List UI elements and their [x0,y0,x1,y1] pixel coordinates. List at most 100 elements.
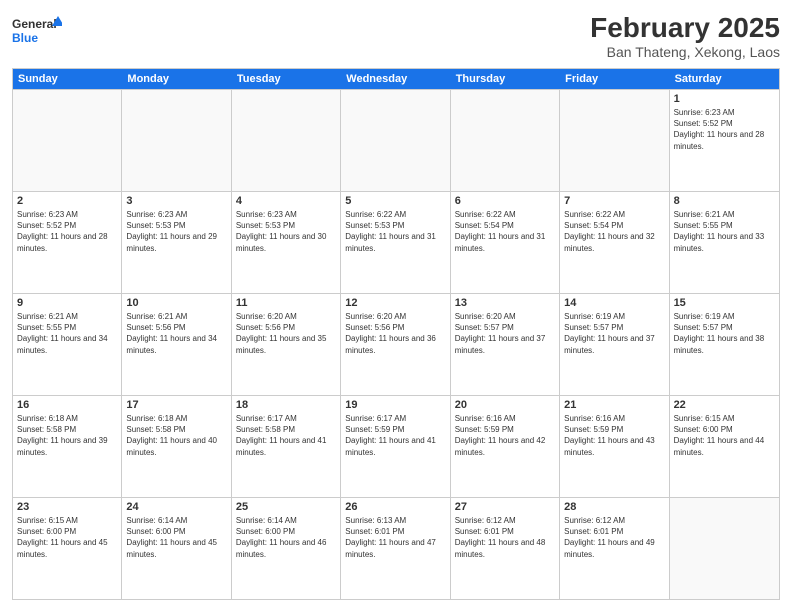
day-number: 15 [674,297,775,309]
title-block: February 2025 Ban Thateng, Xekong, Laos [590,12,780,60]
day-number: 5 [345,195,445,207]
day-cell-6: 6 Sunrise: 6:22 AM Sunset: 5:54 PM Daylig… [451,192,560,293]
day-number: 3 [126,195,226,207]
day-info: Sunrise: 6:23 AM Sunset: 5:53 PM Dayligh… [126,209,226,254]
day-cell-13: 13Sunrise: 6:20 AM Sunset: 5:57 PM Dayli… [451,294,560,395]
day-header-tuesday: Tuesday [232,69,341,89]
week-row-5: 23 Sunrise: 6:15 AM Sunset: 6:00 PM Dayli… [13,497,779,599]
day-info: Sunrise: 6:19 AM Sunset: 5:57 PM Dayligh… [564,311,664,356]
day-info: Sunrise: 6:20 AM Sunset: 5:57 PM Dayligh… [455,311,555,356]
day-number: 6 [455,195,555,207]
day-number: 12 [345,297,445,309]
day-cell-21: 21Sunrise: 6:16 AM Sunset: 5:59 PM Dayli… [560,396,669,497]
day-number: 18 [236,399,336,411]
day-number: 1 [674,93,775,105]
day-cell-2: 2 Sunrise: 6:23 AM Sunset: 5:52 PM Daylig… [13,192,122,293]
day-number: 9 [17,297,117,309]
day-info: Sunrise: 6:21 AM Sunset: 5:55 PM Dayligh… [17,311,117,356]
page: General Blue February 2025 Ban Thateng, … [0,0,792,612]
empty-cell [232,90,341,191]
day-info: Sunrise: 6:19 AM Sunset: 5:57 PM Dayligh… [674,311,775,356]
day-header-friday: Friday [560,69,669,89]
day-number: 22 [674,399,775,411]
day-cell-3: 3 Sunrise: 6:23 AM Sunset: 5:53 PM Daylig… [122,192,231,293]
day-cell-25: 25 Sunrise: 6:14 AM Sunset: 6:00 PM Dayli… [232,498,341,599]
day-number: 27 [455,501,555,513]
day-number: 7 [564,195,664,207]
day-info: Sunrise: 6:22 AM Sunset: 5:53 PM Dayligh… [345,209,445,254]
day-info: Sunrise: 6:16 AM Sunset: 5:59 PM Dayligh… [564,413,664,458]
day-header-thursday: Thursday [451,69,560,89]
day-info: Sunrise: 6:23 AM Sunset: 5:53 PM Dayligh… [236,209,336,254]
day-info: Sunrise: 6:14 AM Sunset: 6:00 PM Dayligh… [126,515,226,560]
day-cell-5: 5 Sunrise: 6:22 AM Sunset: 5:53 PM Daylig… [341,192,450,293]
week-row-3: 9 Sunrise: 6:21 AM Sunset: 5:55 PM Daylig… [13,293,779,395]
day-info: Sunrise: 6:17 AM Sunset: 5:58 PM Dayligh… [236,413,336,458]
day-info: Sunrise: 6:16 AM Sunset: 5:59 PM Dayligh… [455,413,555,458]
week-row-2: 2 Sunrise: 6:23 AM Sunset: 5:52 PM Daylig… [13,191,779,293]
day-number: 10 [126,297,226,309]
day-number: 26 [345,501,445,513]
day-cell-15: 15 Sunrise: 6:19 AM Sunset: 5:57 PM Dayli… [670,294,779,395]
day-cell-16: 16 Sunrise: 6:18 AM Sunset: 5:58 PM Dayli… [13,396,122,497]
day-header-monday: Monday [122,69,231,89]
day-number: 14 [564,297,664,309]
subtitle: Ban Thateng, Xekong, Laos [590,44,780,60]
day-info: Sunrise: 6:20 AM Sunset: 5:56 PM Dayligh… [236,311,336,356]
day-info: Sunrise: 6:21 AM Sunset: 5:56 PM Dayligh… [126,311,226,356]
svg-text:General: General [12,17,57,31]
day-info: Sunrise: 6:18 AM Sunset: 5:58 PM Dayligh… [126,413,226,458]
day-header-sunday: Sunday [13,69,122,89]
day-cell-1: 1 Sunrise: 6:23 AM Sunset: 5:52 PM Daylig… [670,90,779,191]
day-cell-7: 7 Sunrise: 6:22 AM Sunset: 5:54 PM Daylig… [560,192,669,293]
calendar-header: SundayMondayTuesdayWednesdayThursdayFrid… [13,69,779,89]
empty-cell [122,90,231,191]
day-number: 20 [455,399,555,411]
day-info: Sunrise: 6:22 AM Sunset: 5:54 PM Dayligh… [564,209,664,254]
week-row-1: 1 Sunrise: 6:23 AM Sunset: 5:52 PM Daylig… [13,89,779,191]
day-cell-28: 28 Sunrise: 6:12 AM Sunset: 6:01 PM Dayli… [560,498,669,599]
day-number: 17 [126,399,226,411]
day-info: Sunrise: 6:15 AM Sunset: 6:00 PM Dayligh… [674,413,775,458]
day-header-wednesday: Wednesday [341,69,450,89]
day-info: Sunrise: 6:12 AM Sunset: 6:01 PM Dayligh… [564,515,664,560]
day-number: 16 [17,399,117,411]
day-cell-9: 9 Sunrise: 6:21 AM Sunset: 5:55 PM Daylig… [13,294,122,395]
day-cell-20: 20 Sunrise: 6:16 AM Sunset: 5:59 PM Dayli… [451,396,560,497]
day-number: 11 [236,297,336,309]
day-cell-14: 14 Sunrise: 6:19 AM Sunset: 5:57 PM Dayli… [560,294,669,395]
day-cell-23: 23 Sunrise: 6:15 AM Sunset: 6:00 PM Dayli… [13,498,122,599]
day-number: 25 [236,501,336,513]
day-info: Sunrise: 6:15 AM Sunset: 6:00 PM Dayligh… [17,515,117,560]
day-cell-10: 10 Sunrise: 6:21 AM Sunset: 5:56 PM Dayli… [122,294,231,395]
day-cell-8: 8 Sunrise: 6:21 AM Sunset: 5:55 PM Daylig… [670,192,779,293]
day-number: 2 [17,195,117,207]
day-header-saturday: Saturday [670,69,779,89]
empty-cell [451,90,560,191]
day-cell-27: 27Sunrise: 6:12 AM Sunset: 6:01 PM Dayli… [451,498,560,599]
day-number: 23 [17,501,117,513]
day-cell-18: 18 Sunrise: 6:17 AM Sunset: 5:58 PM Dayli… [232,396,341,497]
empty-cell [13,90,122,191]
day-number: 8 [674,195,775,207]
day-cell-24: 24 Sunrise: 6:14 AM Sunset: 6:00 PM Dayli… [122,498,231,599]
day-info: Sunrise: 6:23 AM Sunset: 5:52 PM Dayligh… [674,107,775,152]
day-info: Sunrise: 6:14 AM Sunset: 6:00 PM Dayligh… [236,515,336,560]
header: General Blue February 2025 Ban Thateng, … [12,12,780,60]
day-number: 24 [126,501,226,513]
main-title: February 2025 [590,12,780,44]
day-info: Sunrise: 6:23 AM Sunset: 5:52 PM Dayligh… [17,209,117,254]
day-cell-12: 12Sunrise: 6:20 AM Sunset: 5:56 PM Dayli… [341,294,450,395]
day-info: Sunrise: 6:21 AM Sunset: 5:55 PM Dayligh… [674,209,775,254]
calendar-body: 1 Sunrise: 6:23 AM Sunset: 5:52 PM Daylig… [13,89,779,599]
day-cell-4: 4Sunrise: 6:23 AM Sunset: 5:53 PM Daylig… [232,192,341,293]
day-info: Sunrise: 6:18 AM Sunset: 5:58 PM Dayligh… [17,413,117,458]
empty-cell [670,498,779,599]
logo-svg: General Blue [12,12,62,52]
logo: General Blue [12,12,62,52]
empty-cell [341,90,450,191]
day-cell-26: 26Sunrise: 6:13 AM Sunset: 6:01 PM Dayli… [341,498,450,599]
day-info: Sunrise: 6:22 AM Sunset: 5:54 PM Dayligh… [455,209,555,254]
day-number: 28 [564,501,664,513]
calendar: SundayMondayTuesdayWednesdayThursdayFrid… [12,68,780,600]
